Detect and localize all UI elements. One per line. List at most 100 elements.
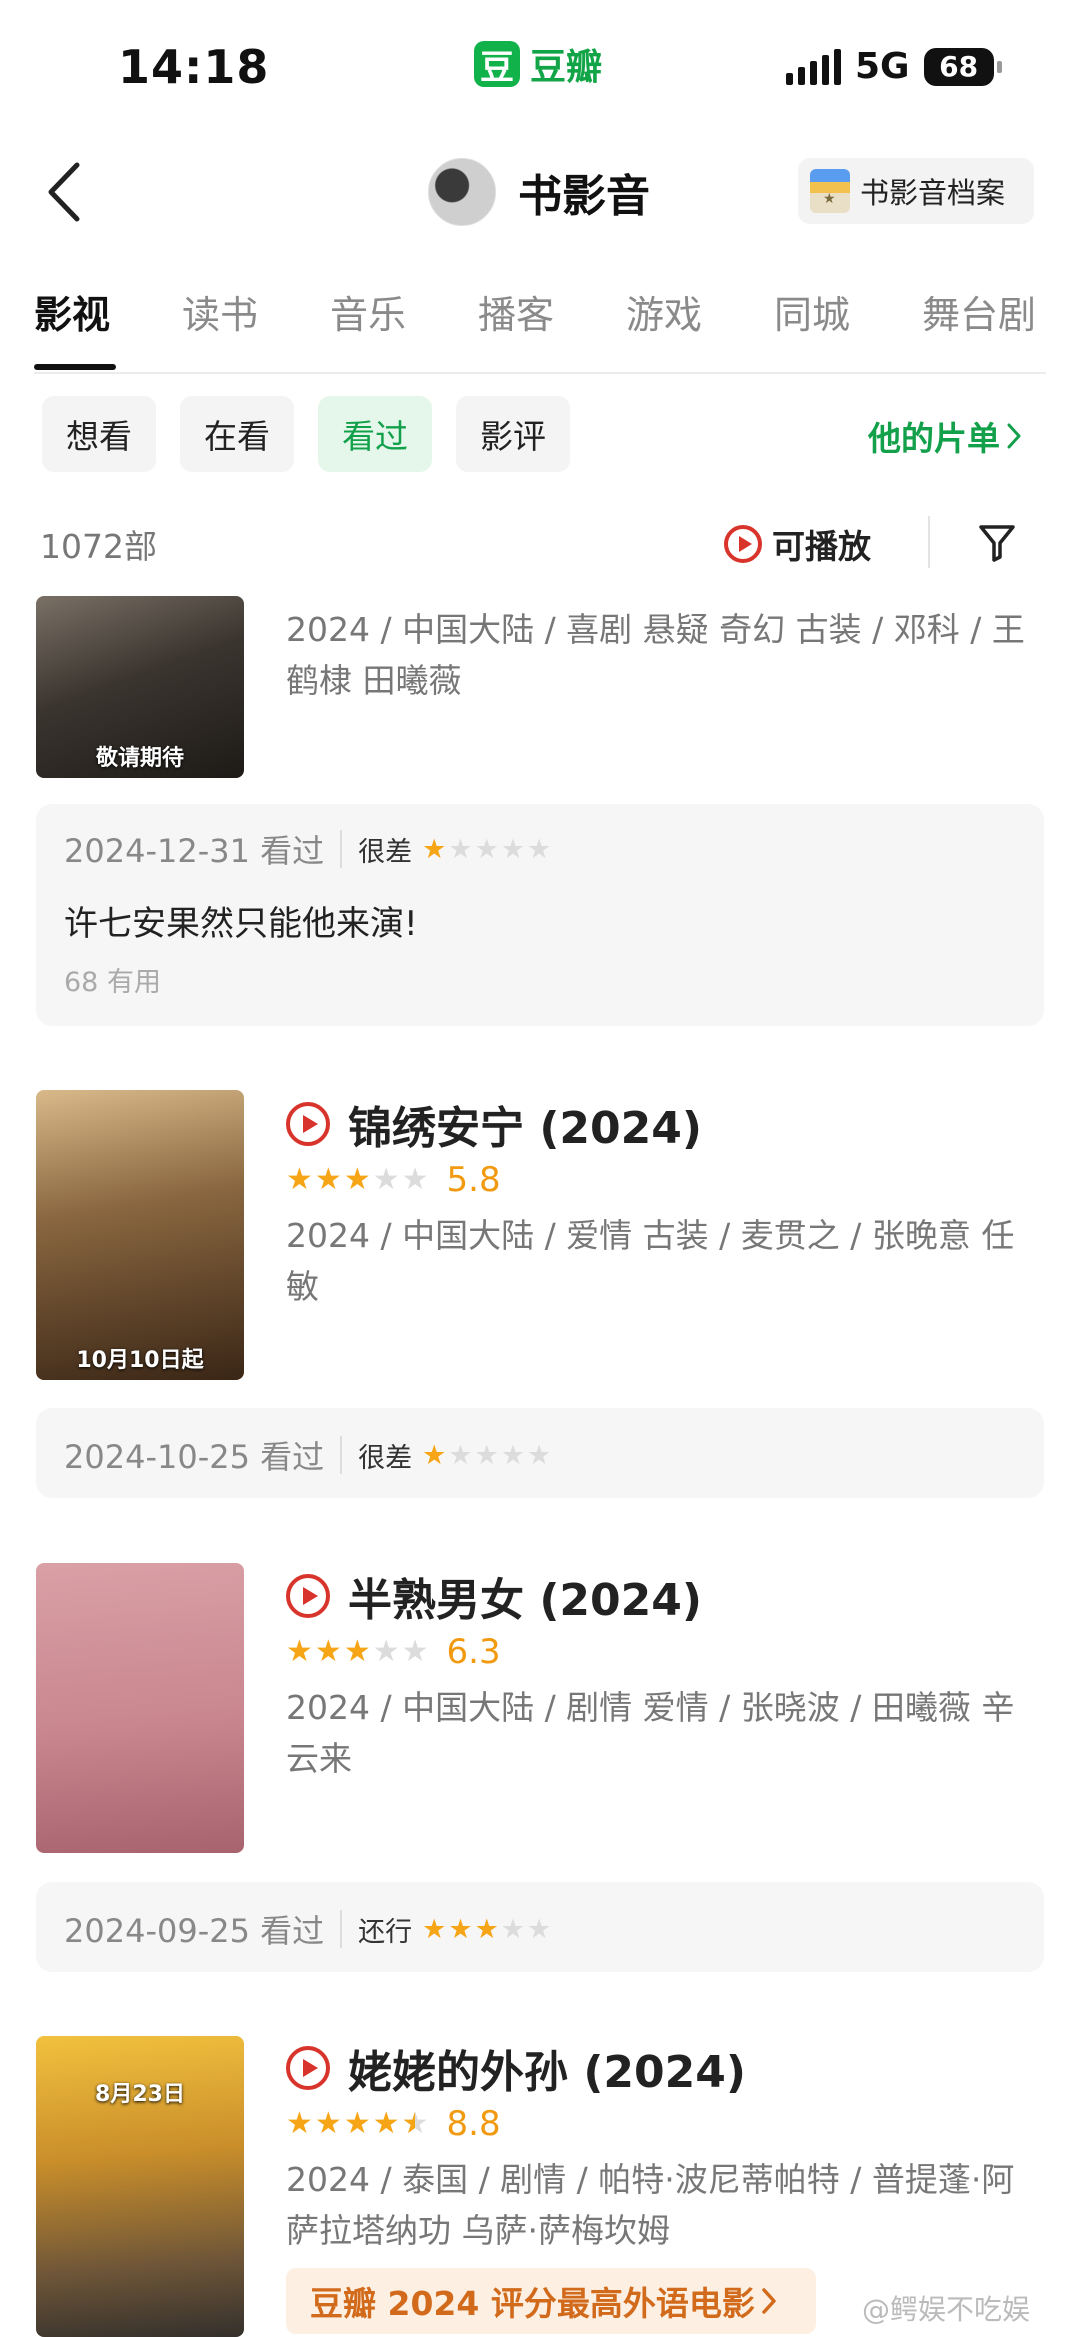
star-icon: ★	[448, 1913, 473, 1945]
play-icon	[286, 1574, 330, 1618]
playable-toggle[interactable]: 可播放	[724, 520, 871, 568]
item-title: 姥姥的外孙 (2024)	[348, 2047, 746, 2098]
chip-watched[interactable]: 看过	[318, 396, 432, 472]
star-icon: ★	[527, 1913, 552, 1945]
nav-profile[interactable]: 书影音	[428, 158, 650, 226]
user-rating-stars: ★ ★ ★ ★ ★	[422, 1916, 551, 1943]
rating-stars: ★ ★ ★ ★ ★	[286, 1637, 429, 1667]
poster-image[interactable]: 敬请期待	[36, 596, 244, 778]
review-rating-label: 很差	[358, 836, 413, 868]
archive-button[interactable]: 书影音档案	[798, 158, 1034, 224]
archive-icon	[810, 169, 850, 213]
review-card[interactable]: 2024-12-31 看过 很差 ★ ★ ★ ★ ★ 许七安果然只能他来演! 68 有用	[36, 804, 1044, 1026]
star-icon: ★	[527, 1439, 552, 1471]
item-meta: 2024 / 中国大陆 / 喜剧 悬疑 奇幻 古装 / 邓科 / 王鹤棣 田曦薇	[286, 610, 1025, 700]
poster-image[interactable]	[36, 1563, 244, 1853]
item-title: 锦绣安宁 (2024)	[348, 1103, 702, 1154]
star-icon: ★	[500, 1913, 526, 1945]
star-icon: ★	[401, 1162, 429, 1197]
star-icon: ★	[314, 1162, 342, 1197]
user-rating-stars: ★ ★ ★ ★ ★	[422, 1442, 551, 1469]
chip-reviews[interactable]: 影评	[456, 396, 570, 472]
user-rating-stars: ★ ★ ★ ★ ★	[422, 836, 551, 863]
rating-score: 8.8	[446, 2104, 501, 2144]
signal-icon	[786, 48, 841, 85]
review-card[interactable]: 2024-10-25 看过 很差 ★ ★ ★ ★ ★	[36, 1408, 1044, 1498]
category-tabs: 影视 读书 音乐 播客 游戏 同城 舞台剧	[0, 284, 1080, 374]
review-header: 2024-12-31 看过 很差 ★ ★ ★ ★ ★	[64, 826, 551, 872]
doulist-link[interactable]: 他的片单	[868, 412, 1022, 460]
tab-stage[interactable]: 舞台剧	[922, 284, 1036, 339]
item-meta: 2024 / 中国大陆 / 爱情 古装 / 麦贯之 / 张晚意 任敏	[286, 1216, 1015, 1306]
star-icon: ★	[474, 1913, 499, 1945]
status-filters: 想看 在看 看过 影评 他的片单	[0, 396, 1080, 472]
review-header: 2024-10-25 看过 很差 ★ ★ ★ ★ ★	[64, 1432, 551, 1478]
item-title-row[interactable]: 锦绣安宁 (2024)	[286, 1092, 702, 1156]
rating-score: 5.8	[446, 1160, 501, 1200]
douban-logo-icon: 豆	[474, 41, 520, 88]
ranking-badge[interactable]: 豆瓣 2024 评分最高外语电影	[286, 2268, 816, 2334]
rating-score: 6.3	[446, 1632, 501, 1672]
poster-image[interactable]: 10月10日起	[36, 1090, 244, 1380]
poster-image[interactable]: 8月23日	[36, 2036, 244, 2337]
network-type: 5G	[855, 46, 910, 87]
item-title-row[interactable]: 姥姥的外孙 (2024)	[286, 2036, 746, 2100]
chevron-right-icon	[1007, 423, 1021, 449]
star-icon: ★	[286, 1634, 313, 1669]
playable-label: 可播放	[772, 527, 871, 566]
star-icon: ★	[343, 2106, 371, 2141]
status-indicators: 5G 68	[786, 46, 1002, 87]
rating-row: ★★★★★ 8.8	[286, 2104, 501, 2144]
divider	[34, 372, 1046, 374]
tab-local[interactable]: 同城	[774, 284, 850, 339]
review-date: 2024-09-25 看过	[64, 1912, 325, 1950]
star-icon: ★	[527, 833, 552, 865]
review-text: 许七安果然只能他来演!	[64, 904, 418, 944]
status-app-indicator: 豆 豆瓣	[474, 38, 602, 90]
status-app-name: 豆瓣	[530, 47, 603, 88]
review-useful-count[interactable]: 68 有用	[64, 960, 161, 999]
rating-stars: ★ ★ ★ ★ ★	[286, 1165, 429, 1195]
star-icon: ★	[474, 833, 499, 865]
filter-button[interactable]	[972, 518, 1022, 568]
review-card[interactable]: 2024-09-25 看过 还行 ★ ★ ★ ★ ★	[36, 1882, 1044, 1972]
doulist-label: 他的片单	[868, 419, 1000, 458]
review-rating-label: 很差	[358, 1442, 413, 1474]
star-icon: ★	[372, 1162, 400, 1197]
battery-icon: 68	[923, 47, 1002, 86]
item-meta: 2024 / 泰国 / 剧情 / 帕特·波尼蒂帕特 / 普提蓬·阿萨拉塔纳功 乌…	[286, 2160, 1015, 2250]
poster-caption: 10月10日起	[76, 1348, 204, 1373]
tab-podcasts[interactable]: 播客	[478, 284, 554, 339]
rating-row: ★ ★ ★ ★ ★ 6.3	[286, 1632, 501, 1672]
tab-movies-tv[interactable]: 影视	[34, 284, 110, 339]
star-icon: ★	[448, 833, 473, 865]
divider	[928, 516, 930, 568]
star-icon: ★	[422, 833, 447, 865]
item-count: 1072部	[40, 527, 157, 566]
play-icon	[724, 525, 762, 563]
chip-want-to-watch[interactable]: 想看	[42, 396, 156, 472]
star-icon: ★	[314, 1634, 342, 1669]
item-title: 半熟男女 (2024)	[348, 1575, 702, 1626]
star-icon: ★	[422, 1439, 447, 1471]
active-tab-indicator	[34, 364, 116, 370]
back-button[interactable]	[30, 152, 100, 232]
star-icon: ★	[372, 1634, 400, 1669]
tab-music[interactable]: 音乐	[330, 284, 406, 339]
star-icon: ★	[474, 1439, 499, 1471]
filter-funnel-icon	[979, 525, 1015, 562]
chip-watching[interactable]: 在看	[180, 396, 294, 472]
play-icon	[286, 2046, 330, 2090]
divider	[340, 1910, 343, 1948]
tab-books[interactable]: 读书	[182, 284, 258, 339]
avatar[interactable]	[428, 158, 496, 226]
tab-games[interactable]: 游戏	[626, 284, 702, 339]
star-icon: ★	[422, 1913, 447, 1945]
review-rating-label: 还行	[358, 1916, 413, 1948]
play-icon	[286, 1102, 330, 1146]
star-icon: ★	[500, 1439, 526, 1471]
divider	[340, 1436, 343, 1474]
item-title-row[interactable]: 半熟男女 (2024)	[286, 1564, 702, 1628]
star-icon: ★	[401, 1634, 429, 1669]
divider	[340, 830, 343, 868]
